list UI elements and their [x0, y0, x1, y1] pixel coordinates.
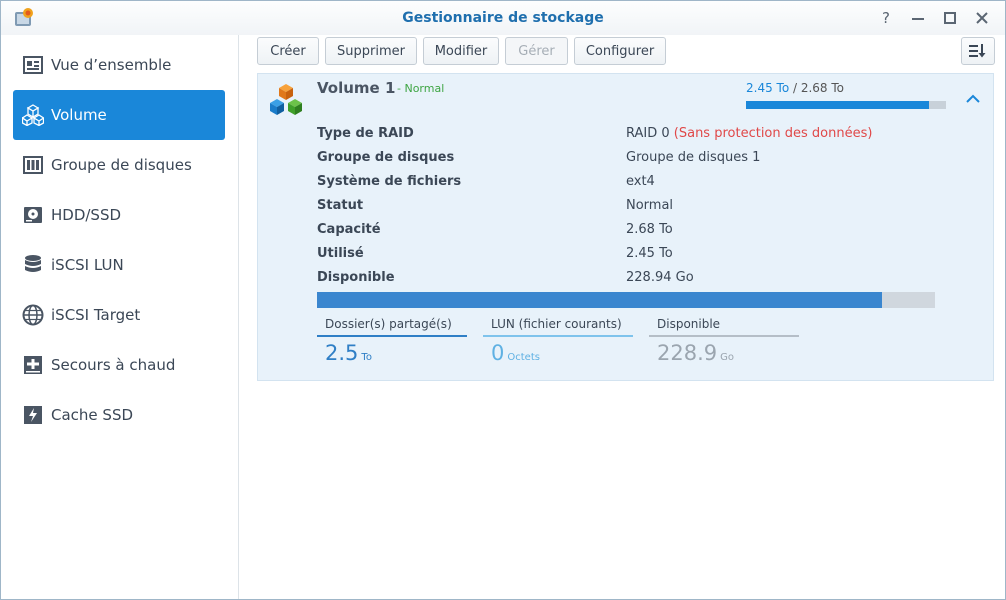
- stat-shared-folders: Dossier(s) partagé(s) 2.5 To: [317, 315, 467, 367]
- hot-spare-icon: [22, 354, 44, 376]
- collapse-button[interactable]: [963, 91, 983, 105]
- volume-cubes-icon: [270, 84, 302, 115]
- main-content: Créer Supprimer Modifier Gérer Configure…: [241, 35, 1005, 599]
- maximize-icon: [944, 12, 956, 24]
- sidebar-item-label: Volume: [51, 106, 107, 124]
- storage-manager-window: Gestionnaire de stockage ? Vue d’ensembl…: [0, 0, 1006, 600]
- sidebar-item-label: iSCSI LUN: [51, 256, 124, 274]
- detail-row-raid-type: Type de RAID RAID 0 (Sans protection des…: [317, 126, 873, 141]
- sidebar-item-label: HDD/SSD: [51, 206, 122, 224]
- manage-button[interactable]: Gérer: [505, 37, 568, 65]
- minimize-button[interactable]: [907, 7, 929, 29]
- volume-usage-fill: [746, 101, 929, 109]
- detail-row-disk-group: Groupe de disques Groupe de disques 1: [317, 150, 761, 165]
- volume-name: Volume 1: [317, 79, 396, 97]
- sidebar-item-overview[interactable]: Vue d’ensemble: [13, 40, 225, 90]
- sidebar-item-iscsi-target[interactable]: iSCSI Target: [13, 290, 225, 340]
- delete-button[interactable]: Supprimer: [325, 37, 417, 65]
- volume-panel[interactable]: Volume 1 - Normal 2.45 To / 2.68 To Type…: [257, 73, 994, 381]
- raid-warning: (Sans protection des données): [673, 126, 873, 141]
- disk-group-icon: [22, 154, 44, 176]
- capacity-fill: [317, 292, 882, 308]
- close-button[interactable]: [971, 7, 993, 29]
- title-bar[interactable]: Gestionnaire de stockage ?: [1, 1, 1005, 35]
- sort-button[interactable]: [961, 37, 995, 65]
- database-icon: [22, 254, 44, 276]
- create-button[interactable]: Créer: [257, 37, 319, 65]
- volume-status: - Normal: [397, 82, 445, 95]
- globe-icon: [22, 304, 44, 326]
- sidebar-item-label: Groupe de disques: [51, 156, 192, 174]
- help-button[interactable]: ?: [875, 7, 897, 29]
- sidebar-item-label: iSCSI Target: [51, 306, 141, 324]
- detail-row-filesystem: Système de fichiers ext4: [317, 174, 655, 189]
- ssd-cache-icon: [22, 404, 44, 426]
- close-icon: [976, 12, 988, 24]
- sidebar-item-hdd-ssd[interactable]: HDD/SSD: [13, 190, 225, 240]
- maximize-button[interactable]: [939, 7, 961, 29]
- detail-row-capacity: Capacité 2.68 To: [317, 222, 673, 237]
- sort-icon: [969, 44, 986, 58]
- sidebar-item-volume[interactable]: Volume: [13, 90, 225, 140]
- configure-button[interactable]: Configurer: [574, 37, 666, 65]
- sidebar-item-label: Secours à chaud: [51, 356, 176, 374]
- detail-row-available: Disponible 228.94 Go: [317, 270, 694, 285]
- detail-row-used: Utilisé 2.45 To: [317, 246, 673, 261]
- sidebar-item-hot-spare[interactable]: Secours à chaud: [13, 340, 225, 390]
- help-icon: ?: [882, 9, 890, 27]
- sidebar-item-label: Cache SSD: [51, 406, 134, 424]
- overview-icon: [22, 54, 44, 76]
- sidebar-item-iscsi-lun[interactable]: iSCSI LUN: [13, 240, 225, 290]
- capacity-bar: [317, 292, 935, 308]
- stat-available: Disponible 228.9 Go: [649, 315, 799, 367]
- sidebar: Vue d’ensemble Volume Groupe de disques …: [1, 35, 239, 599]
- window-title: Gestionnaire de stockage: [402, 10, 604, 26]
- stat-lun: LUN (fichier courants) 0 Octets: [483, 315, 633, 367]
- volume-usage-bar: [746, 101, 946, 109]
- modify-button[interactable]: Modifier: [423, 37, 499, 65]
- sidebar-item-label: Vue d’ensemble: [51, 56, 172, 74]
- sidebar-item-disk-group[interactable]: Groupe de disques: [13, 140, 225, 190]
- sidebar-item-ssd-cache[interactable]: Cache SSD: [13, 390, 225, 440]
- chevron-up-icon: [966, 94, 980, 103]
- volume-cubes-icon: [22, 104, 44, 126]
- detail-row-status: Statut Normal: [317, 198, 674, 213]
- minimize-icon: [912, 18, 924, 20]
- hdd-icon: [22, 204, 44, 226]
- volume-usage-text: 2.45 To / 2.68 To: [746, 81, 845, 95]
